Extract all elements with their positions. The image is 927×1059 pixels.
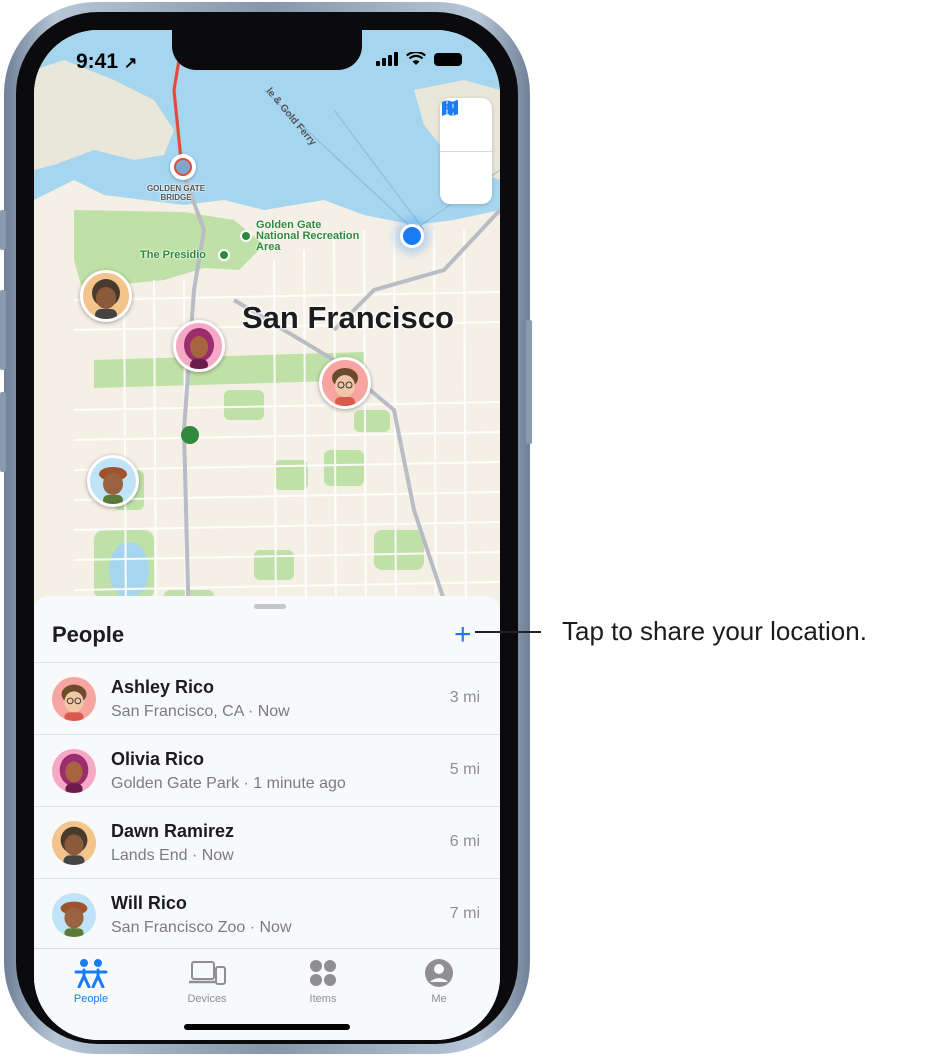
people-icon [74,959,108,988]
person-location: Lands End · Now [111,847,234,864]
presidio-label: The Presidio [140,249,207,261]
people-list: Ashley Rico San Francisco, CA · Now 3 mi… [34,662,500,950]
side-button [526,320,532,444]
tab-label: Devices [187,993,227,1005]
person-name: Dawn Ramirez [111,821,235,841]
tab-me[interactable]: Me [394,957,484,1005]
dawn-map-avatar[interactable] [80,270,132,322]
home-indicator [184,1024,350,1030]
person-location: San Francisco Zoo · Now [111,919,292,936]
map-view[interactable]: le & Gold Ferry GOLDEN GATE BRIDGE Golde… [34,30,500,630]
ashley-map-avatar[interactable] [319,357,371,409]
tab-label: People [73,993,109,1005]
list-item[interactable]: Will Rico San Francisco Zoo · Now 7 mi [34,878,500,950]
devices-icon [189,961,226,985]
location-arrow-icon [442,100,458,116]
tab-label: Items [309,993,337,1005]
tab-label: Me [431,993,447,1005]
current-location-dot [400,224,424,248]
wifi-icon [406,52,426,65]
olivia-map-avatar[interactable] [173,320,225,372]
golden-gate-bridge-label: GOLDEN GATE BRIDGE [146,184,206,202]
city-label: San Francisco [242,300,454,335]
volume-down-button [0,392,6,472]
avatar [52,821,96,865]
recreation-area-label: Golden Gate National Recreation Area [256,219,360,253]
locate-me-button[interactable] [440,100,492,204]
add-person-button[interactable]: + [454,620,472,650]
person-location: Golden Gate Park · 1 minute ago [111,775,346,792]
sheet-grabber[interactable] [254,604,286,609]
person-name: Olivia Rico [111,749,205,769]
status-icons [376,52,462,66]
battery-icon [434,53,462,66]
person-distance: 7 mi [449,905,480,922]
tab-items[interactable]: Items [278,957,368,1005]
will-map-avatar[interactable] [87,455,139,507]
avatar [52,677,96,721]
person-circle-icon [425,959,453,987]
tab-devices[interactable]: Devices [162,957,252,1005]
list-item[interactable]: Ashley Rico San Francisco, CA · Now 3 mi [34,662,500,734]
notch [172,30,362,70]
sheet-title: People [52,622,125,647]
person-name: Will Rico [111,893,187,913]
mute-switch [0,210,6,250]
callout-text: Tap to share your location. [562,616,867,646]
person-distance: 3 mi [449,689,480,706]
volume-up-button [0,290,6,370]
avatar [52,893,96,937]
person-distance: 6 mi [449,833,480,850]
avatar [52,749,96,793]
list-item[interactable]: Dawn Ramirez Lands End · Now 6 mi [34,806,500,878]
bridge-pin-icon[interactable] [170,154,196,180]
phone-screen: le & Gold Ferry GOLDEN GATE BRIDGE Golde… [34,30,500,1040]
map-controls [440,98,492,204]
callout-line [475,631,541,633]
location-services-icon: ↗ [123,55,138,72]
status-time: 9:41 ↗ [76,50,137,74]
items-icon [310,960,336,986]
park-marker-icon [240,230,252,242]
list-item[interactable]: Olivia Rico Golden Gate Park · 1 minute … [34,734,500,806]
presidio-marker-icon [218,249,230,261]
status-time-text: 9:41 [76,50,119,73]
person-distance: 5 mi [449,761,480,778]
person-name: Ashley Rico [111,677,215,697]
cellular-signal-icon [376,52,398,66]
tab-people[interactable]: People [46,957,136,1005]
person-location: San Francisco, CA · Now [111,703,290,720]
